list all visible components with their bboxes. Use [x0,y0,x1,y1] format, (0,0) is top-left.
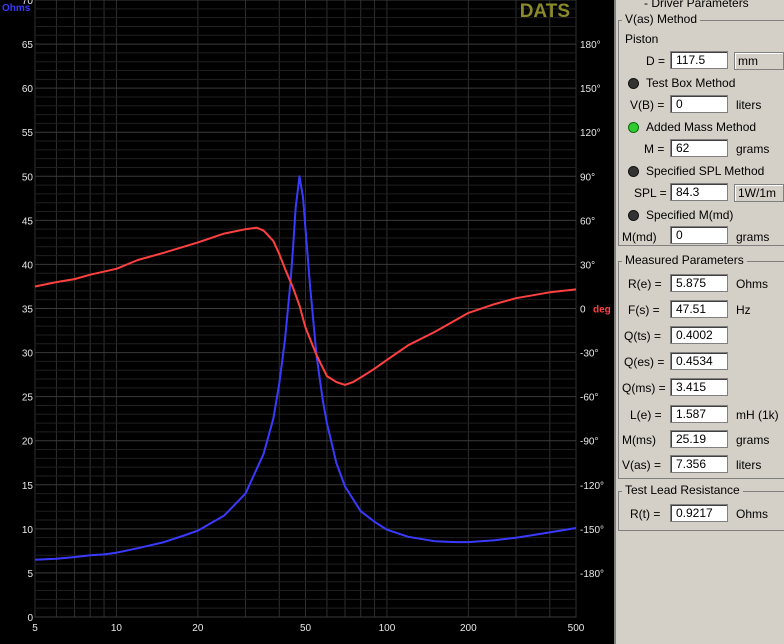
re-label: R(e) = [628,277,662,291]
qms-label: Q(ms) = [622,381,666,395]
impedance-chart: 0 5 10 15 20 25 30 35 40 45 50 55 60 65 70 Ohms 180° 150°… [0,0,614,644]
d-unit-select[interactable]: mm [734,52,784,70]
x-tick-label: 100 [379,623,396,634]
y2-tick-label: -60° [580,393,598,404]
y-tick-label: 25 [22,393,34,404]
x-tick-label: 50 [300,623,312,634]
y-tick-label: 60 [22,84,34,95]
fs-label: F(s) = [628,303,660,317]
vb-unit: liters [736,98,762,112]
y-tick-label: 5 [27,569,33,580]
y-tick-label: 45 [22,216,34,227]
fs-field[interactable]: 47.51 [670,300,728,318]
x-tick-label: 500 [568,623,585,634]
specified-spl-radio[interactable] [628,166,639,177]
y-tick-label: 50 [22,172,34,183]
mmd-unit: grams [736,230,770,244]
y2-tick-label: -30° [580,349,598,360]
spl-label: SPL = [634,186,667,200]
test-box-radio[interactable] [628,78,639,89]
m-field[interactable]: 62 [670,139,728,157]
d-label: D = [646,54,666,68]
le-field[interactable]: 1.587 [670,405,728,423]
y2-tick-label: 120° [580,128,601,139]
m-unit: grams [736,142,770,156]
y2-tick-label: -150° [580,525,604,536]
y-tick-label: 40 [22,260,34,271]
fs-unit: Hz [736,303,751,317]
spl-unit-select[interactable]: 1W/1m [734,184,784,202]
y2-axis-label: deg [593,305,611,316]
re-field[interactable]: 5.875 [670,274,728,292]
y-tick-label: 10 [22,525,34,536]
spl-field[interactable]: 84.3 [670,183,728,201]
y-tick-label: 30 [22,349,34,360]
mmd-label: M(md) [622,230,657,244]
qes-label: Q(es) = [624,355,665,369]
specified-mmd-label[interactable]: Specified M(md) [646,208,733,222]
y2-tick-label: -90° [580,437,598,448]
y2-tick-label: 90° [580,172,595,183]
specified-mmd-radio[interactable] [628,210,639,221]
y-tick-label: 15 [22,481,34,492]
y2-tick-label: 150° [580,84,601,95]
piston-label: Piston [625,32,659,46]
le-label: L(e) = [630,408,662,422]
mms-label: M(ms) [622,433,656,447]
vas-method-title: V(as) Method [622,12,701,26]
measured-parameters-title: Measured Parameters [622,253,747,267]
panel-header: - Driver Parameters [644,0,749,10]
x-tick-label: 5 [32,623,38,634]
vas-label: V(as) = [622,458,662,472]
y-tick-label: 55 [22,128,34,139]
x-tick-label: 20 [192,623,204,634]
y-axis-label: Ohms [2,3,31,14]
m-label: M = [644,142,665,156]
y2-tick-label: -180° [580,569,604,580]
y-tick-label: 65 [22,40,34,51]
added-mass-label[interactable]: Added Mass Method [646,120,756,134]
mmd-field[interactable]: 0 [670,226,728,244]
re-unit: Ohms [736,277,769,291]
y2-tick-label: 0 [580,305,586,316]
y2-tick-label: 30° [580,260,595,271]
chart-svg: 0510152025303540455055606570Ohms180°150°… [2,0,611,634]
rt-unit: Ohms [736,507,769,521]
specified-spl-label[interactable]: Specified SPL Method [646,164,764,178]
rt-field[interactable]: 0.9217 [670,504,728,522]
driver-parameters-panel: - Driver Parameters V(as) Method Piston … [614,0,784,644]
vas-unit: liters [736,458,762,472]
vas-field[interactable]: 7.356 [670,455,728,473]
qts-label: Q(ts) = [624,329,662,343]
y-tick-label: 20 [22,437,34,448]
rt-label: R(t) = [630,507,661,521]
x-tick-label: 200 [460,623,477,634]
y2-tick-label: 60° [580,216,595,227]
mms-field[interactable]: 25.19 [670,430,728,448]
le-unit: mH (1k) [736,408,779,422]
x-tick-label: 10 [111,623,123,634]
test-lead-title: Test Lead Resistance [622,483,743,497]
qes-field[interactable]: 0.4534 [670,352,728,370]
added-mass-radio[interactable] [628,122,639,133]
qms-field[interactable]: 3.415 [670,378,728,396]
qts-field[interactable]: 0.4002 [670,326,728,344]
d-field[interactable]: 117.5 [670,51,728,69]
vb-label: V(B) = [630,98,665,112]
y2-tick-label: -120° [580,481,604,492]
brand-label: DATS [520,1,570,22]
mms-unit: grams [736,433,770,447]
y2-tick-label: 180° [580,40,601,51]
y-tick-label: 35 [22,305,34,316]
vb-field[interactable]: 0 [670,95,728,113]
test-box-label[interactable]: Test Box Method [646,76,735,90]
